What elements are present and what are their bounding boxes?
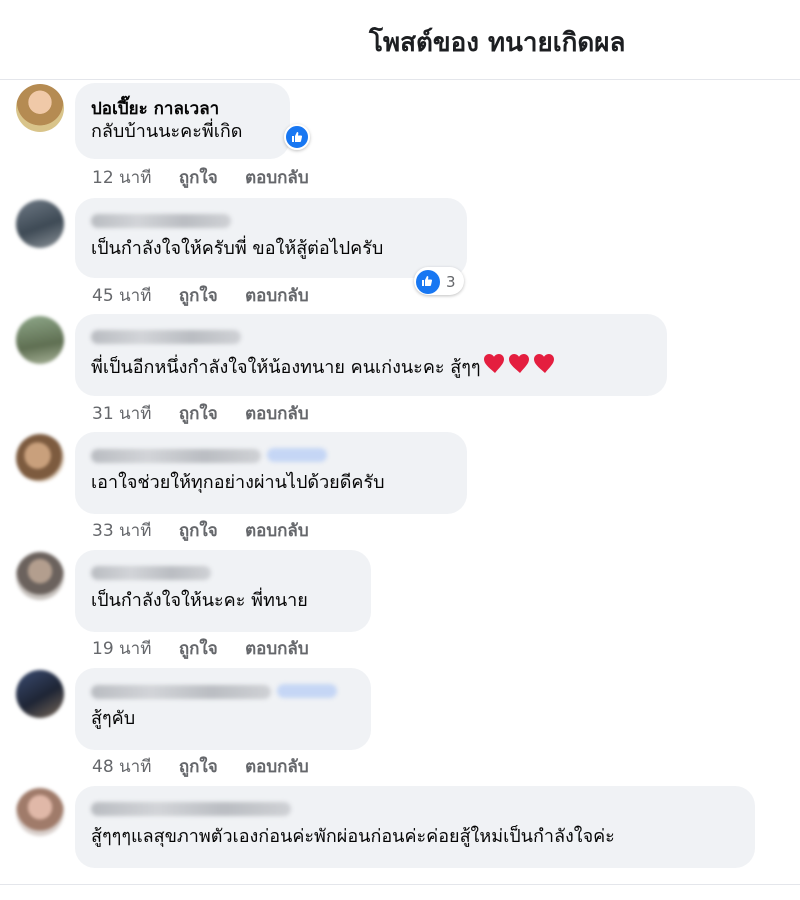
comment-text: สู้ๆๆๆแลสุขภาพตัวเองก่อนค่ะพักผ่อนก่อนค่… bbox=[91, 826, 615, 847]
reaction-summary[interactable]: 3 bbox=[414, 267, 464, 295]
thumbs-up-icon bbox=[416, 269, 440, 294]
author-name-blur bbox=[91, 449, 261, 463]
comment-text: สู้ๆคับ bbox=[91, 708, 136, 729]
comment-actions: 19 นาที ถูกใจ ตอบกลับ bbox=[92, 635, 331, 662]
heart-emoji-group bbox=[483, 352, 557, 384]
avatar[interactable] bbox=[16, 84, 64, 132]
comment-text: กลับบ้านนะคะพี่เกิด bbox=[91, 121, 243, 142]
like-action[interactable]: ถูกใจ bbox=[179, 404, 218, 424]
comment-bubble: สู้ๆๆๆแลสุขภาพตัวเองก่อนค่ะพักผ่อนก่อนค่… bbox=[75, 786, 755, 868]
reply-action[interactable]: ตอบกลับ bbox=[245, 757, 309, 777]
like-action[interactable]: ถูกใจ bbox=[179, 168, 218, 188]
heart-icon bbox=[483, 354, 554, 373]
avatar[interactable] bbox=[16, 434, 64, 482]
comment-text: เป็นกำลังใจให้นะคะ พี่ทนาย bbox=[91, 590, 308, 611]
like-action[interactable]: ถูกใจ bbox=[179, 639, 218, 659]
like-action[interactable]: ถูกใจ bbox=[179, 286, 218, 306]
comment-bubble: เป็นกำลังใจให้นะคะ พี่ทนาย bbox=[75, 550, 371, 632]
avatar[interactable] bbox=[16, 200, 64, 248]
comment-actions: 33 นาที ถูกใจ ตอบกลับ bbox=[92, 517, 331, 544]
page-title: โพสต์ของ ทนายเกิดผล bbox=[369, 28, 626, 58]
reaction-count: 3 bbox=[446, 272, 456, 291]
comment-bubble: ปอเปี๊ยะ กาลเวลา กลับบ้านนะคะพี่เกิด bbox=[75, 83, 290, 159]
reply-action[interactable]: ตอบกลับ bbox=[245, 404, 309, 424]
comment-text-body: พี่เป็นอีกหนึ่งกำลังใจให้น้องทนาย คนเก่ง… bbox=[91, 357, 481, 378]
reply-action[interactable]: ตอบกลับ bbox=[245, 639, 309, 659]
like-action[interactable]: ถูกใจ bbox=[179, 521, 218, 541]
comment-actions: 31 นาที ถูกใจ ตอบกลับ bbox=[92, 400, 331, 427]
reply-action[interactable]: ตอบกลับ bbox=[245, 168, 309, 188]
avatar[interactable] bbox=[16, 788, 64, 836]
comment-author[interactable] bbox=[91, 214, 231, 228]
comment-actions: 45 นาที ถูกใจ ตอบกลับ bbox=[92, 282, 331, 309]
avatar[interactable] bbox=[16, 316, 64, 364]
comment-time[interactable]: 45 นาที bbox=[92, 286, 151, 306]
comment-text: เอาใจช่วยให้ทุกอย่างผ่านไปด้วยดีครับ bbox=[91, 472, 385, 493]
reply-action[interactable]: ตอบกลับ bbox=[245, 286, 309, 306]
author-name-blur bbox=[91, 685, 271, 699]
comment-actions: 48 นาที ถูกใจ ตอบกลับ bbox=[92, 753, 331, 780]
comment-author[interactable] bbox=[91, 330, 241, 344]
thumbs-up-icon[interactable] bbox=[284, 124, 310, 150]
comment-time[interactable]: 19 นาที bbox=[92, 639, 151, 659]
comment-time[interactable]: 48 นาที bbox=[92, 757, 151, 777]
comment-time[interactable]: 12 นาที bbox=[92, 168, 151, 188]
author-badge-blur bbox=[267, 448, 327, 462]
post-header: โพสต์ของ ทนายเกิดผล bbox=[0, 0, 800, 80]
comment-author[interactable] bbox=[91, 684, 355, 699]
section-divider bbox=[0, 884, 800, 885]
reply-action[interactable]: ตอบกลับ bbox=[245, 521, 309, 541]
avatar[interactable] bbox=[16, 670, 64, 718]
comment-actions: 12 นาที ถูกใจ ตอบกลับ bbox=[92, 164, 331, 191]
comment-bubble: เอาใจช่วยให้ทุกอย่างผ่านไปด้วยดีครับ bbox=[75, 432, 467, 514]
comment-time[interactable]: 33 นาที bbox=[92, 521, 151, 541]
like-action[interactable]: ถูกใจ bbox=[179, 757, 218, 777]
comment-author[interactable]: ปอเปี๊ยะ กาลเวลา bbox=[91, 95, 274, 119]
comment-text: พี่เป็นอีกหนึ่งกำลังใจให้น้องทนาย คนเก่ง… bbox=[91, 352, 651, 384]
comment-author[interactable] bbox=[91, 448, 451, 463]
comment-bubble: สู้ๆคับ bbox=[75, 668, 371, 750]
comment-text: เป็นกำลังใจให้ครับพี่ ขอให้สู้ต่อไปครับ bbox=[91, 238, 384, 259]
avatar[interactable] bbox=[16, 552, 64, 600]
header-divider bbox=[0, 79, 800, 80]
comment-bubble: เป็นกำลังใจให้ครับพี่ ขอให้สู้ต่อไปครับ bbox=[75, 198, 467, 278]
comment-bubble: พี่เป็นอีกหนึ่งกำลังใจให้น้องทนาย คนเก่ง… bbox=[75, 314, 667, 396]
comment-author[interactable] bbox=[91, 802, 291, 816]
comment-time[interactable]: 31 นาที bbox=[92, 404, 151, 424]
author-badge-blur bbox=[277, 684, 337, 698]
comment-author[interactable] bbox=[91, 566, 211, 580]
